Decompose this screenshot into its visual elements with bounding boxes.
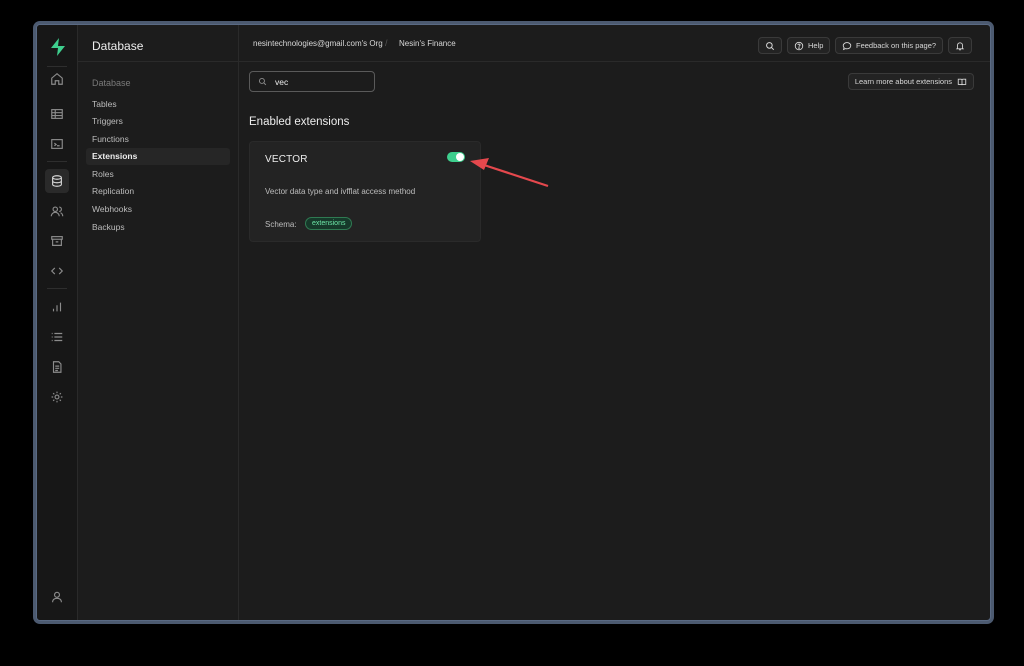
home-icon[interactable]: [45, 67, 69, 91]
bell-icon: [955, 41, 965, 50]
sidebar-item-functions[interactable]: Functions: [86, 131, 230, 148]
extensions-search-input[interactable]: [275, 76, 365, 87]
supabase-logo-icon[interactable]: [50, 38, 66, 56]
feedback-label: Feedback on this page?: [856, 41, 937, 50]
learn-more-label: Learn more about extensions: [854, 77, 952, 86]
extension-description: Vector data type and ivfflat access meth…: [265, 187, 416, 196]
edge-functions-icon[interactable]: [45, 259, 69, 283]
sidebar-item-webhooks[interactable]: Webhooks: [86, 201, 230, 218]
toggle-knob: [456, 153, 464, 161]
divider: [78, 61, 238, 62]
search-icon: [258, 77, 267, 86]
chat-bubble-icon: [842, 41, 852, 50]
sidebar-item-extensions[interactable]: Extensions: [86, 148, 230, 165]
help-icon: [794, 41, 804, 50]
help-button[interactable]: Help: [787, 37, 831, 54]
schema-badge: extensions: [305, 217, 353, 230]
settings-icon[interactable]: [45, 385, 69, 409]
search-icon: [766, 41, 775, 50]
rail-separator: [47, 161, 67, 162]
top-bar: nesintechnologies@gmail.com's Org / Nesi…: [239, 25, 990, 62]
api-docs-icon[interactable]: [45, 355, 69, 379]
app-window: Database Database Tables Triggers Functi…: [36, 24, 991, 621]
sidebar-item-replication[interactable]: Replication: [86, 183, 230, 200]
sidebar-item-triggers[interactable]: Triggers: [86, 113, 230, 130]
sidebar-title: Database: [92, 39, 144, 53]
help-label: Help: [808, 41, 824, 50]
database-sidebar: Database Database Tables Triggers Functi…: [78, 25, 239, 620]
sidebar-item-backups[interactable]: Backups: [86, 219, 230, 236]
auth-users-icon[interactable]: [45, 199, 69, 223]
reports-icon[interactable]: [45, 295, 69, 319]
learn-more-extensions-button[interactable]: Learn more about extensions: [847, 73, 974, 90]
feedback-button[interactable]: Feedback on this page?: [835, 37, 944, 54]
sidebar-section-label: Database: [92, 78, 131, 88]
sidebar-item-tables[interactable]: Tables: [86, 96, 230, 113]
database-icon[interactable]: [45, 169, 69, 193]
book-icon: [957, 78, 967, 85]
sidebar-item-roles[interactable]: Roles: [86, 166, 230, 183]
rail-separator: [47, 288, 67, 289]
table-editor-icon[interactable]: [45, 102, 69, 126]
notifications-button[interactable]: [948, 37, 972, 54]
sql-editor-icon[interactable]: [45, 132, 69, 156]
logs-icon[interactable]: [45, 325, 69, 349]
enabled-extensions-heading: Enabled extensions: [249, 116, 350, 128]
storage-icon[interactable]: [45, 229, 69, 253]
extension-enabled-toggle[interactable]: [447, 152, 465, 162]
schema-label: Schema:: [265, 220, 297, 229]
user-icon[interactable]: [45, 585, 69, 609]
breadcrumb-separator: /: [385, 38, 388, 48]
search-button[interactable]: [758, 37, 782, 54]
breadcrumb-project[interactable]: Nesin's Finance: [399, 39, 456, 48]
breadcrumb-org[interactable]: nesintechnologies@gmail.com's Org: [253, 39, 383, 48]
icon-rail: [37, 25, 78, 620]
extension-card: VECTOR Vector data type and ivfflat acce…: [249, 141, 481, 242]
extension-name: VECTOR: [265, 154, 308, 165]
search-input-wrapper[interactable]: [249, 71, 375, 92]
